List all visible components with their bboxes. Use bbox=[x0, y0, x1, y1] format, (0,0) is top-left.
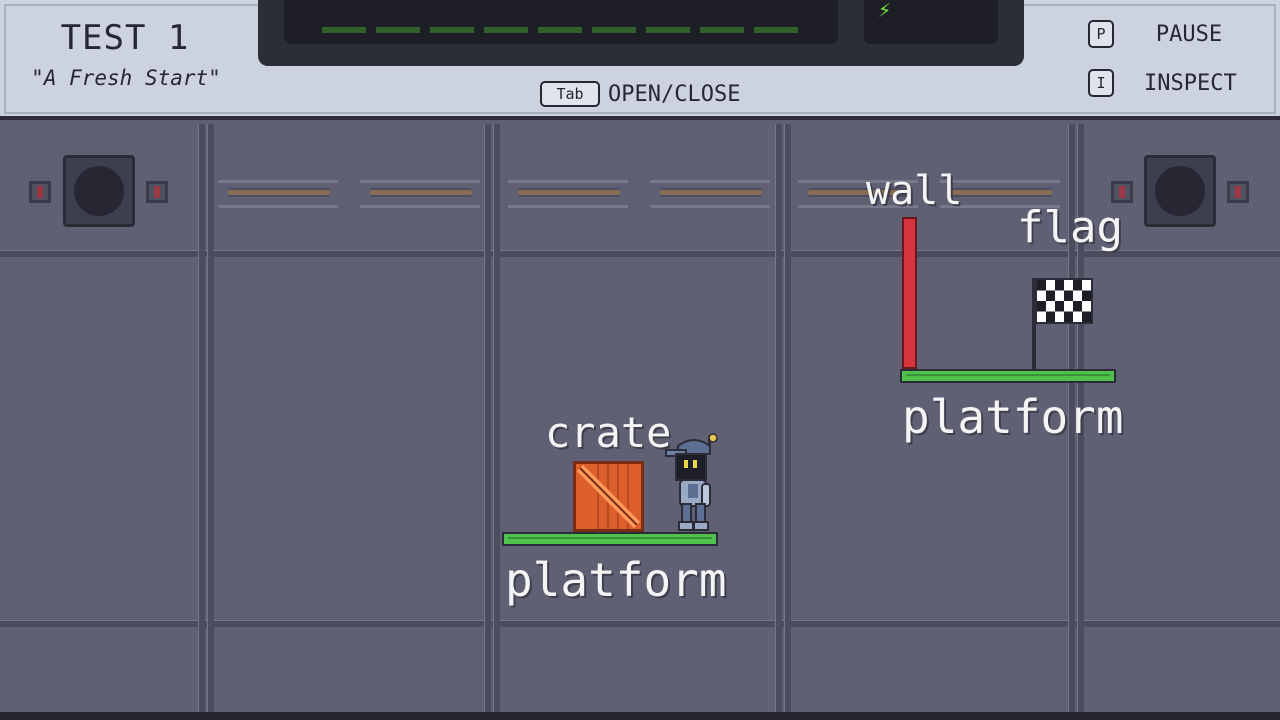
floor-strip bbox=[0, 712, 1280, 720]
inspect-key[interactable]: I bbox=[1088, 69, 1114, 97]
wall-label: wall bbox=[866, 168, 963, 214]
level-title: TEST 1 bbox=[60, 18, 190, 58]
game-stage: TEST 1 "A Fresh Start" ⚡ Tab OPEN/CLOSE bbox=[0, 0, 1280, 720]
platform-right-label: platform bbox=[902, 390, 1124, 444]
status-console: ⚡ bbox=[258, 0, 1024, 66]
pause-label: PAUSE bbox=[1155, 21, 1223, 47]
progress-bar bbox=[284, 0, 838, 44]
energy-display: ⚡ bbox=[864, 0, 998, 44]
indicator-light bbox=[146, 181, 168, 203]
speaker-icon bbox=[63, 155, 135, 227]
checkered-flag-icon[interactable] bbox=[1035, 278, 1093, 324]
hud-panel: TEST 1 "A Fresh Start" ⚡ Tab OPEN/CLOSE bbox=[0, 0, 1280, 120]
pause-key[interactable]: P bbox=[1088, 20, 1114, 48]
wall[interactable] bbox=[902, 217, 917, 369]
level-subtitle: "A Fresh Start" bbox=[31, 66, 221, 90]
inspect-label: INSPECT bbox=[1144, 70, 1237, 96]
lightning-bolt-icon: ⚡ bbox=[878, 0, 892, 23]
crate[interactable] bbox=[573, 461, 644, 532]
inspect-control[interactable]: I INSPECT bbox=[1088, 69, 1237, 97]
platform-right[interactable] bbox=[900, 369, 1116, 383]
pause-control[interactable]: P PAUSE bbox=[1088, 20, 1234, 48]
indicator-light bbox=[29, 181, 51, 203]
open-close-hint[interactable]: Tab OPEN/CLOSE bbox=[540, 80, 740, 108]
tab-key[interactable]: Tab bbox=[540, 81, 600, 107]
platform-left-label: platform bbox=[505, 553, 727, 607]
indicator-light bbox=[1227, 181, 1249, 203]
flag-label: flag bbox=[1017, 202, 1123, 253]
crate-label: crate bbox=[545, 408, 672, 457]
platform-left[interactable] bbox=[502, 532, 718, 546]
indicator-light bbox=[1111, 181, 1133, 203]
open-close-label: OPEN/CLOSE bbox=[608, 81, 741, 107]
speaker-icon bbox=[1144, 155, 1216, 227]
